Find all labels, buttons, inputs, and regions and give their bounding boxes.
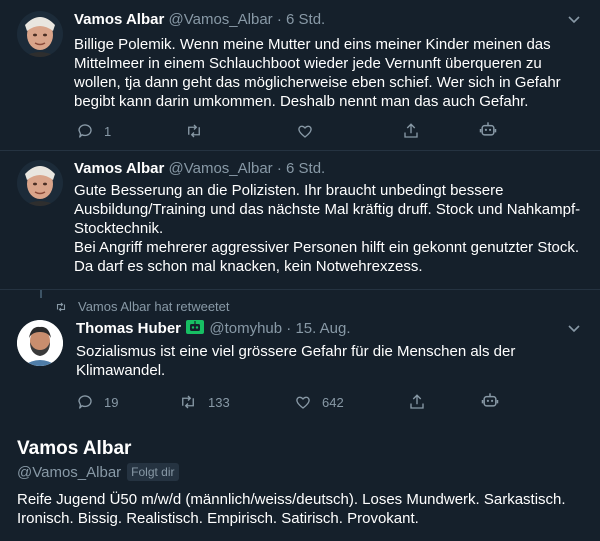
author-handle[interactable]: @Vamos_Albar: [169, 11, 273, 28]
avatar[interactable]: [17, 320, 63, 366]
retweet-button[interactable]: 133: [178, 393, 230, 411]
analytics-bot-button[interactable]: [478, 119, 498, 139]
profile-handle[interactable]: @Vamos_Albar: [17, 464, 121, 481]
reply-button[interactable]: 1: [76, 122, 111, 140]
tweet-2[interactable]: Vamos Albar @Vamos_Albar · 6 Std. Gute B…: [0, 151, 600, 289]
author-name[interactable]: Thomas Huber: [76, 320, 181, 337]
tweet-text: Gute Besserung an die Polizisten. Ihr br…: [74, 182, 581, 275]
tweet-1[interactable]: Vamos Albar @Vamos_Albar · 6 Std. Billig…: [0, 0, 600, 150]
bot-icon: [481, 393, 499, 407]
tweet-header: Vamos Albar @Vamos_Albar · 6 Std.: [74, 10, 325, 30]
tweet-time[interactable]: · 6 Std.: [277, 11, 325, 28]
like-button[interactable]: [296, 122, 314, 140]
share-icon: [410, 394, 424, 409]
analytics-bot-button[interactable]: [480, 390, 500, 410]
tweet-header: Thomas Huber @tomyhub · 15. Aug.: [76, 319, 351, 339]
author-name[interactable]: Vamos Albar: [74, 11, 164, 28]
tweet-text: Sozialismus ist eine viel grössere Gefah…: [76, 343, 516, 379]
retweet-icon: [188, 124, 200, 138]
reply-button[interactable]: 19: [76, 393, 118, 411]
bot-icon: [479, 122, 497, 136]
tweet-header: Vamos Albar @Vamos_Albar · 6 Std.: [74, 159, 325, 179]
author-name[interactable]: Vamos Albar: [74, 160, 164, 177]
retweet-icon: [182, 395, 194, 409]
author-handle[interactable]: @Vamos_Albar: [169, 160, 273, 177]
retweet-icon: [56, 302, 66, 311]
profile-card: Vamos Albar @Vamos_Albar Folgt dir Reife…: [0, 430, 600, 541]
reply-count: 19: [104, 394, 119, 410]
chevron-down-icon[interactable]: [568, 15, 580, 25]
share-button[interactable]: [402, 122, 420, 140]
author-handle[interactable]: @tomyhub: [209, 320, 282, 337]
verified-badge-icon: [186, 320, 205, 334]
timeline: Vamos Albar @Vamos_Albar · 6 Std. Billig…: [0, 0, 600, 430]
tweet-time[interactable]: · 15. Aug.: [286, 320, 350, 337]
share-button[interactable]: [408, 393, 426, 411]
share-icon: [404, 123, 418, 138]
tweet-actions: 19 133 642: [74, 393, 584, 413]
tweet-text: Billige Polemik. Wenn meine Mutter und e…: [74, 36, 561, 110]
avatar[interactable]: [17, 160, 63, 206]
tweet-time[interactable]: · 6 Std.: [277, 160, 325, 177]
tweet-actions: 1: [74, 122, 584, 142]
profile-name[interactable]: Vamos Albar: [17, 438, 131, 460]
like-icon: [296, 396, 310, 409]
avatar[interactable]: [17, 11, 63, 57]
retweet-button[interactable]: [184, 122, 204, 140]
chevron-down-icon[interactable]: [568, 324, 580, 334]
profile-handle-row: @Vamos_Albar Folgt dir: [17, 463, 179, 481]
like-button[interactable]: 642: [294, 393, 344, 411]
like-count: 642: [322, 394, 344, 410]
follows-you-badge: Folgt dir: [127, 463, 179, 481]
profile-bio: Reife Jugend Ü50 m/w/d (männlich/weiss/d…: [17, 491, 566, 527]
reply-icon: [78, 395, 92, 409]
reply-icon: [78, 124, 92, 138]
like-icon: [298, 125, 312, 138]
retweet-count: 133: [208, 394, 230, 410]
retweet-context-label: Vamos Albar hat retweetet: [78, 299, 230, 314]
tweet-3-retweet[interactable]: Vamos Albar hat retweetet Thomas Huber @…: [0, 290, 600, 430]
reply-count: 1: [104, 123, 112, 139]
thread-line: [40, 290, 42, 298]
retweet-context[interactable]: Vamos Albar hat retweetet: [54, 299, 230, 314]
